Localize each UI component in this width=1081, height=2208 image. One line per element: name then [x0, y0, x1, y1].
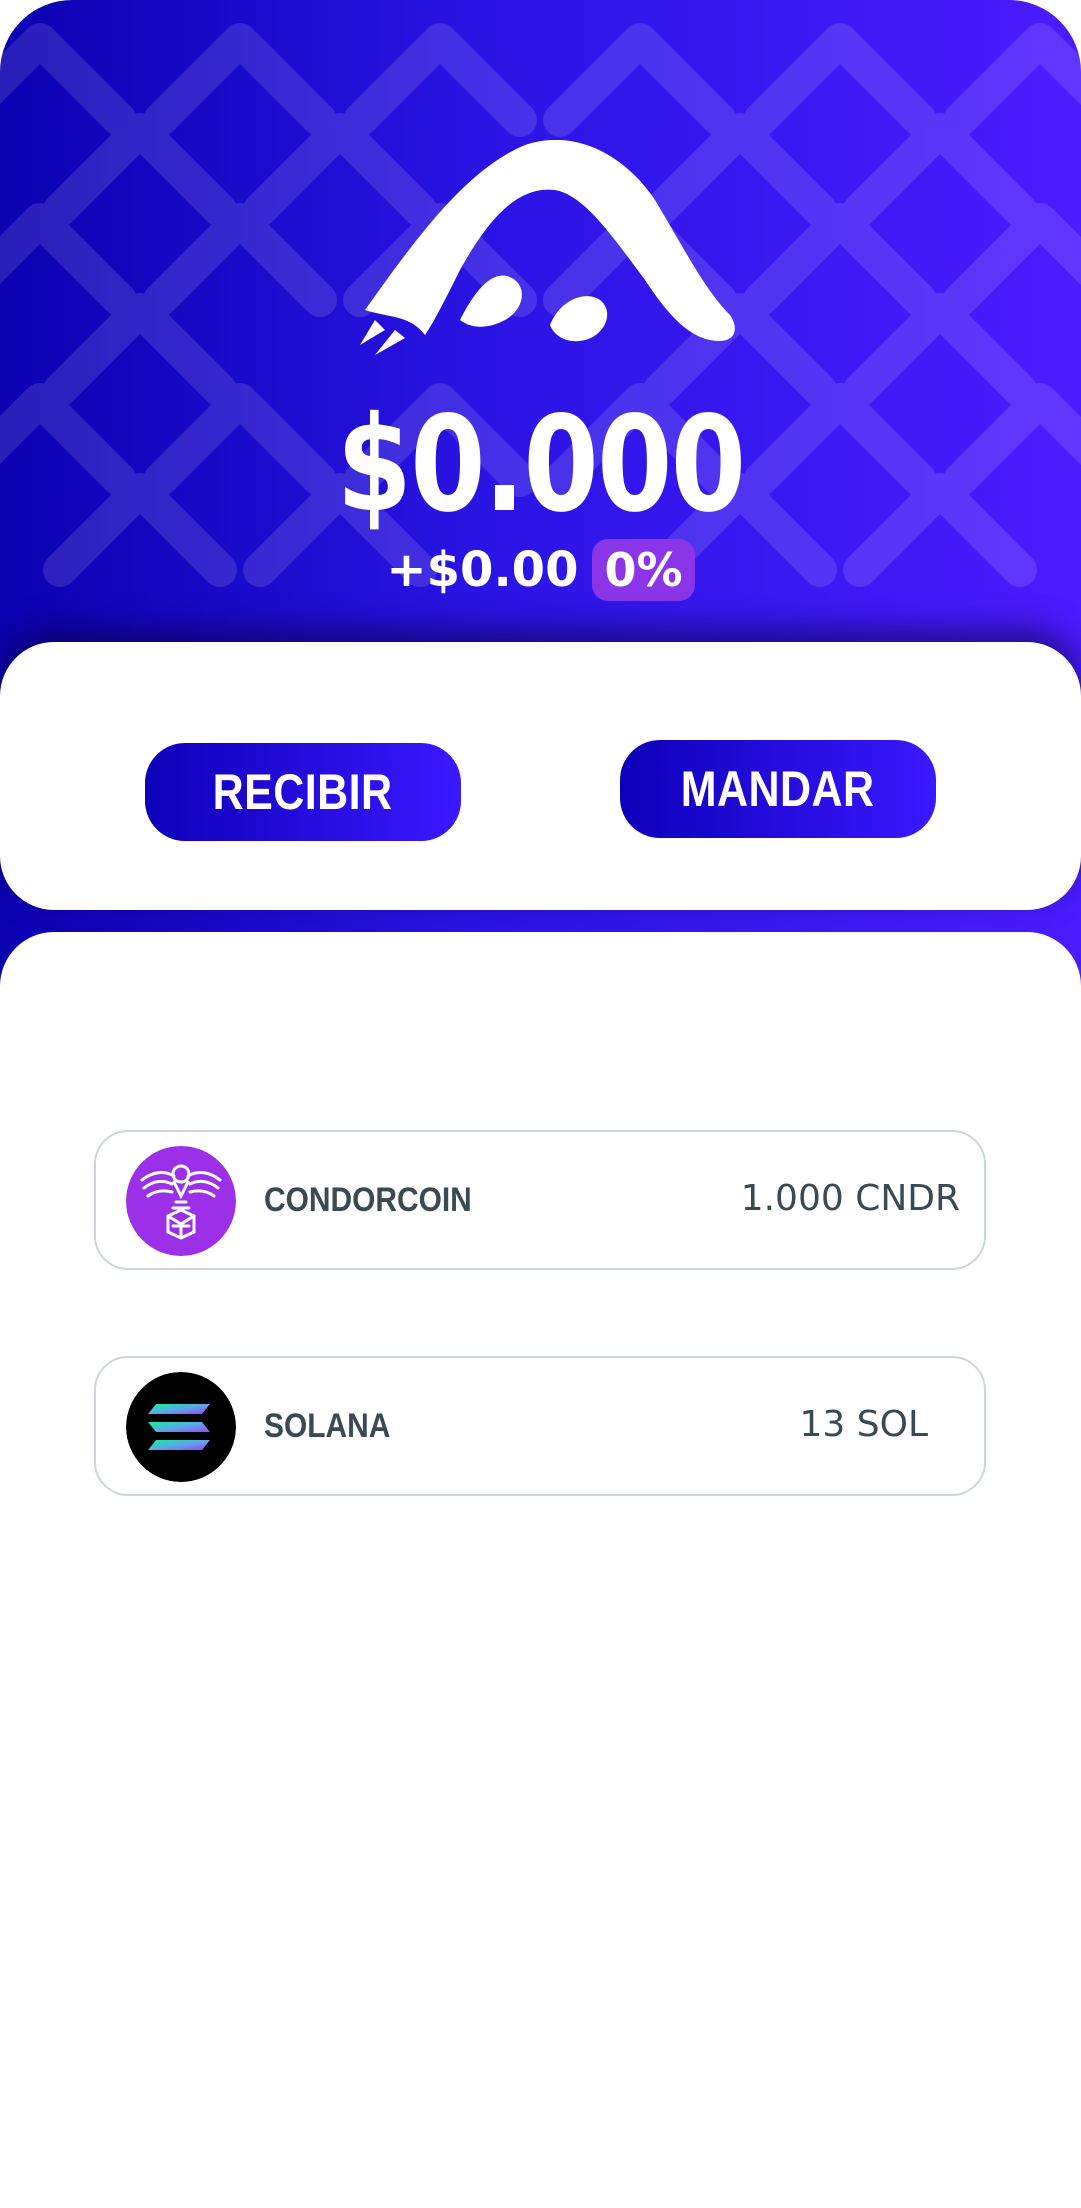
asset-list: CONDORCOIN 1.000 CNDR SOLANA 13 SOL	[0, 932, 1081, 2208]
condorcoin-icon	[126, 1146, 236, 1256]
change-percent-badge: 0%	[592, 539, 695, 601]
asset-name: SOLANA	[264, 1407, 391, 1445]
total-balance: $0.000	[336, 388, 746, 542]
balance-change: +$0.00 0%	[0, 538, 1081, 602]
asset-row-condorcoin[interactable]: CONDORCOIN 1.000 CNDR	[94, 1130, 986, 1270]
actions-card: RECIBIR MANDAR	[0, 642, 1081, 910]
asset-amount: 13 SOL	[799, 1404, 929, 1445]
solana-icon	[126, 1372, 236, 1482]
asset-name: CONDORCOIN	[264, 1181, 472, 1219]
receive-button-label: RECIBIR	[213, 764, 393, 820]
change-amount: +$0.00	[386, 542, 579, 598]
receive-button[interactable]: RECIBIR	[145, 743, 461, 841]
wallet-logo-icon	[360, 140, 735, 355]
send-button[interactable]: MANDAR	[620, 740, 936, 838]
asset-amount: 1.000 CNDR	[740, 1178, 960, 1219]
asset-row-solana[interactable]: SOLANA 13 SOL	[94, 1356, 986, 1496]
send-button-label: MANDAR	[681, 761, 875, 817]
